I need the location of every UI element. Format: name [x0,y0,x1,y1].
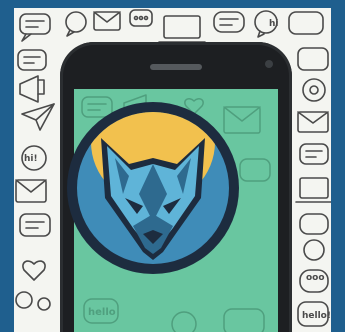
envelope-icon [297,111,329,133]
chat-bubble-icon [303,239,325,261]
chat-bubble-icon [171,311,197,332]
doodle-word-hi-exclaim: hi! [24,154,38,164]
image-frame: hi hi! ooo hello! hello [14,8,331,332]
heart-icon [22,260,46,281]
chat-bubble-icon [15,291,51,311]
wolf-logo-icon [67,102,239,274]
phone-speaker [150,64,202,70]
chat-bubble-icon [239,158,271,182]
chat-bubble-icon [129,9,153,27]
envelope-icon [93,11,121,31]
megaphone-icon [19,75,45,103]
chat-bubble-icon [19,213,51,237]
phone-camera [265,60,273,68]
chat-bubble-icon [65,11,87,37]
chat-bubble-icon [17,49,47,71]
doodle-word-hello-exclaim: hello! [302,311,331,321]
doodle-word-hi: hi [269,19,279,29]
chat-bubble-icon [297,47,329,71]
envelope-icon [15,179,47,203]
chat-bubble-icon [213,11,245,33]
doodle-word-ooo: ooo [306,273,325,283]
laptop-icon [158,15,206,43]
chat-bubble-icon [223,308,265,332]
chat-bubble-icon [299,143,329,165]
chat-bubble-icon [19,13,51,42]
chat-bubble-icon [302,78,326,102]
laptop-icon [295,177,331,203]
paper-plane-icon [21,103,55,131]
chat-bubble-icon [288,11,324,35]
chat-bubble-icon [299,213,329,235]
screen-doodle-word-hello: hello [88,307,116,318]
